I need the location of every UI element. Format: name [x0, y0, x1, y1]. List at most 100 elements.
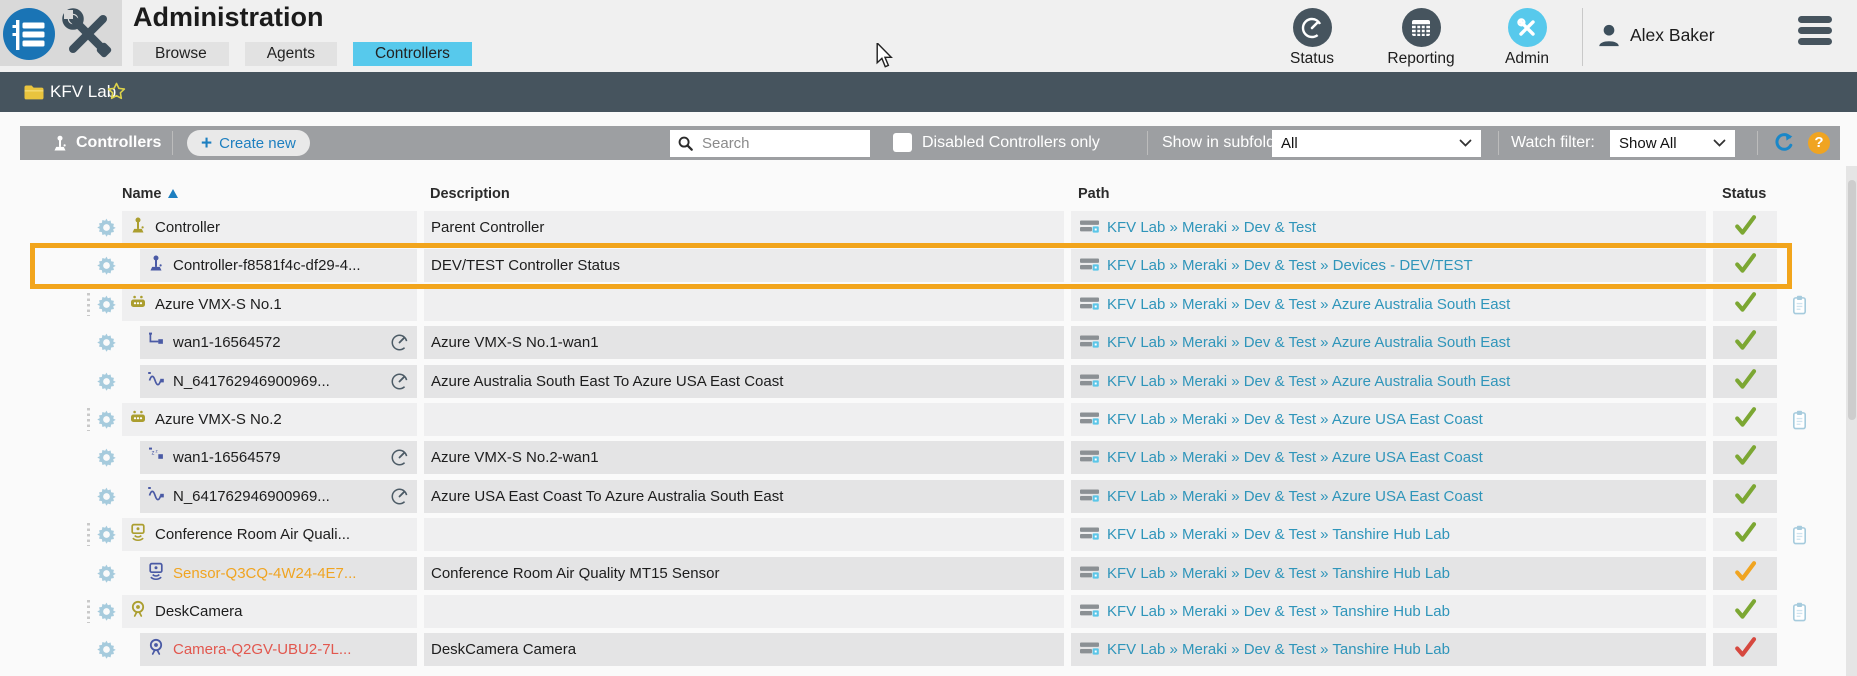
clipboard-icon[interactable]: [1790, 524, 1809, 551]
tab-browse[interactable]: Browse: [133, 42, 229, 66]
table-row: Camera-Q2GV-UBU2-7L... DeskCamera Camera…: [0, 633, 1857, 666]
controller-description-cell: [424, 595, 1064, 628]
controller-name: N_641762946900969...: [173, 373, 330, 390]
path-link[interactable]: KFV Lab » Meraki » Dev & Test » Azure US…: [1107, 411, 1483, 428]
gear-icon[interactable]: [96, 255, 117, 281]
controller-name: Controller: [155, 219, 221, 236]
star-icon[interactable]: [106, 81, 127, 102]
column-header-path[interactable]: Path: [1078, 186, 1109, 202]
subfolders-select[interactable]: All: [1272, 129, 1481, 157]
tab-agents[interactable]: Agents: [244, 42, 337, 66]
user-name: Alex Baker: [1630, 24, 1715, 45]
controller-description-cell: [424, 518, 1064, 551]
gear-icon[interactable]: [96, 371, 117, 397]
user-menu[interactable]: Alex Baker: [1596, 22, 1715, 48]
column-header-description[interactable]: Description: [430, 186, 510, 202]
controller-status-cell: [1713, 518, 1777, 551]
path-link[interactable]: KFV Lab » Meraki » Dev & Test » Tanshire…: [1107, 526, 1450, 543]
joystick-icon: [54, 135, 66, 151]
tab-controllers[interactable]: Controllers: [352, 42, 472, 66]
gear-icon[interactable]: [96, 217, 117, 243]
create-new-button[interactable]: + Create new: [187, 130, 310, 156]
table-row: N_641762946900969... Azure USA East Coas…: [0, 480, 1857, 513]
controller-path-cell: KFV Lab » Meraki » Dev & Test » Azure Au…: [1071, 288, 1706, 321]
gear-icon[interactable]: [96, 486, 117, 512]
nav-admin-label: Admin: [1505, 50, 1549, 67]
top-bar: Administration Browse Agents Controllers…: [0, 0, 1857, 72]
rack-icon: [1079, 600, 1100, 624]
gear-icon[interactable]: [96, 409, 117, 435]
path-link[interactable]: KFV Lab » Meraki » Dev & Test » Azure US…: [1107, 488, 1483, 505]
nav-status[interactable]: Status: [1273, 8, 1351, 68]
controller-description-cell: Azure VMX-S No.2-wan1: [424, 441, 1064, 474]
path-link[interactable]: KFV Lab » Meraki » Dev & Test » Tanshire…: [1107, 641, 1450, 658]
refresh-icon[interactable]: [1772, 131, 1796, 155]
controller-description-cell: Azure USA East Coast To Azure Australia …: [424, 480, 1064, 513]
gear-icon[interactable]: [96, 639, 117, 665]
controller-description-cell: Azure Australia South East To Azure USA …: [424, 365, 1064, 398]
path-link[interactable]: KFV Lab » Meraki » Dev & Test » Azure Au…: [1107, 296, 1510, 313]
controller-status-cell: [1713, 480, 1777, 513]
gear-icon[interactable]: [96, 524, 117, 550]
drag-handle-icon[interactable]: [87, 523, 90, 546]
gear-icon[interactable]: [96, 332, 117, 358]
table-row: wan1-16564572 Azure VMX-S No.1-wan1 KFV …: [0, 326, 1857, 359]
controller-name-cell[interactable]: zz wan1-16564579: [140, 441, 417, 474]
controller-status-cell: [1713, 249, 1777, 282]
path-link[interactable]: KFV Lab » Meraki » Dev & Test: [1107, 219, 1316, 236]
search-input[interactable]: [700, 133, 844, 153]
drag-handle-icon[interactable]: [87, 293, 90, 316]
controller-name-cell[interactable]: Azure VMX-S No.2: [122, 403, 417, 436]
disabled-only-checkbox[interactable]: [893, 133, 912, 152]
status-check-icon: [1734, 368, 1757, 395]
joystick-icon: [128, 215, 148, 240]
svg-text:z: z: [156, 449, 159, 454]
controller-path-cell: KFV Lab » Meraki » Dev & Test » Tanshire…: [1071, 633, 1706, 666]
clipboard-icon[interactable]: [1790, 409, 1809, 436]
nav-reporting-label: Reporting: [1387, 50, 1455, 67]
controller-name: Conference Room Air Quali...: [155, 526, 351, 543]
app-logo-box: [0, 0, 122, 66]
path-link[interactable]: KFV Lab » Meraki » Dev & Test » Devices …: [1107, 257, 1473, 274]
watch-filter-select[interactable]: Show All: [1610, 129, 1735, 157]
gear-icon[interactable]: [96, 294, 117, 320]
help-icon[interactable]: ?: [1808, 132, 1830, 154]
path-link[interactable]: KFV Lab » Meraki » Dev & Test » Azure Au…: [1107, 373, 1510, 390]
gauge-icon: [390, 487, 409, 511]
gear-icon[interactable]: [96, 563, 117, 589]
controller-name-cell[interactable]: Sensor-Q3CQ-4W24-4E7...: [140, 557, 417, 590]
path-link[interactable]: KFV Lab » Meraki » Dev & Test » Azure Au…: [1107, 334, 1510, 351]
controller-name-cell[interactable]: N_641762946900969...: [140, 365, 417, 398]
controller-name-cell[interactable]: Azure VMX-S No.1: [122, 288, 417, 321]
controller-name: Controller-f8581f4c-df29-4...: [173, 257, 361, 274]
controller-status-cell: [1713, 633, 1777, 666]
nav-reporting[interactable]: Reporting: [1382, 8, 1460, 68]
drag-handle-icon[interactable]: [87, 600, 90, 623]
controller-status-cell: [1713, 211, 1777, 244]
gear-icon[interactable]: [96, 601, 117, 627]
path-link[interactable]: KFV Lab » Meraki » Dev & Test » Azure US…: [1107, 449, 1483, 466]
scrollbar-thumb[interactable]: [1847, 180, 1856, 420]
controller-name-cell[interactable]: wan1-16564572: [140, 326, 417, 359]
toolbar-divider-4: [1757, 131, 1758, 155]
column-header-status[interactable]: Status: [1722, 186, 1766, 202]
nav-admin[interactable]: Admin: [1488, 8, 1566, 68]
controller-path-cell: KFV Lab » Meraki » Dev & Test » Devices …: [1071, 249, 1706, 282]
controller-description: Azure VMX-S No.2-wan1: [431, 449, 599, 466]
controller-name-cell[interactable]: Camera-Q2GV-UBU2-7L...: [140, 633, 417, 666]
clipboard-icon[interactable]: [1790, 601, 1809, 628]
controller-description-cell: DEV/TEST Controller Status: [424, 249, 1064, 282]
path-link[interactable]: KFV Lab » Meraki » Dev & Test » Tanshire…: [1107, 603, 1450, 620]
drag-handle-icon[interactable]: [87, 408, 90, 431]
path-link[interactable]: KFV Lab » Meraki » Dev & Test » Tanshire…: [1107, 565, 1450, 582]
menu-icon[interactable]: [1798, 16, 1834, 50]
controller-name-cell[interactable]: DeskCamera: [122, 595, 417, 628]
gear-icon[interactable]: [96, 447, 117, 473]
controller-name-cell[interactable]: Controller-f8581f4c-df29-4...: [140, 249, 417, 282]
app-logo-icon[interactable]: [2, 4, 58, 62]
column-header-name[interactable]: Name: [122, 186, 178, 202]
clipboard-icon[interactable]: [1790, 294, 1809, 321]
controller-name-cell[interactable]: Conference Room Air Quali...: [122, 518, 417, 551]
controller-name-cell[interactable]: N_641762946900969...: [140, 480, 417, 513]
controller-name-cell[interactable]: Controller: [122, 211, 417, 244]
